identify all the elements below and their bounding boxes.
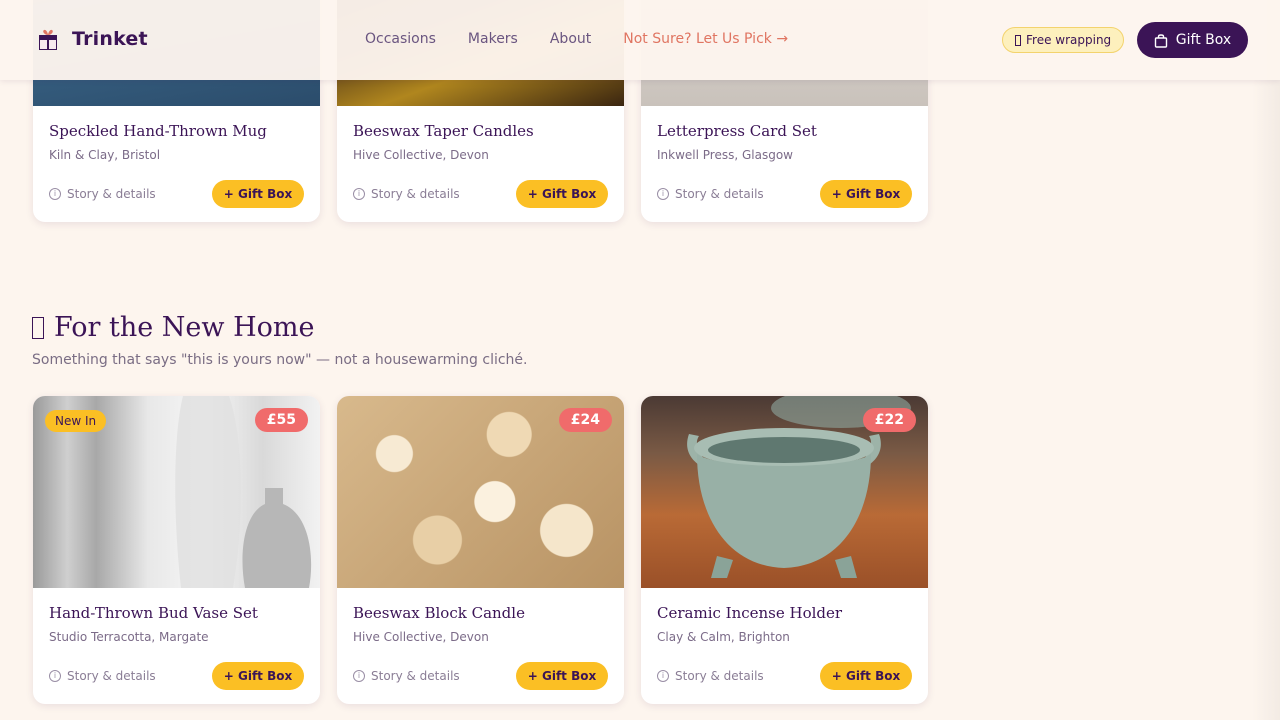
story-label: Story & details xyxy=(371,187,460,201)
gift-box-label: Gift Box xyxy=(1175,32,1232,48)
site-header: Trinket Occasions Makers About Not Sure?… xyxy=(0,0,1280,80)
story-label: Story & details xyxy=(67,187,156,201)
product-title[interactable]: Speckled Hand-Thrown Mug xyxy=(49,122,304,140)
free-wrapping-badge: Free wrapping xyxy=(1002,27,1125,53)
story-details-link[interactable]: i Story & details xyxy=(657,669,764,683)
new-in-badge: New In xyxy=(45,410,107,432)
price-badge: £22 xyxy=(862,408,916,432)
product-image[interactable]: New In £55 xyxy=(33,396,320,588)
story-label: Story & details xyxy=(675,187,764,201)
info-icon: i xyxy=(353,670,365,682)
section-subtitle: Something that says "this is yours now" … xyxy=(32,352,528,368)
add-to-gift-box-button[interactable]: + Gift Box xyxy=(516,662,608,690)
story-details-link[interactable]: i Story & details xyxy=(657,187,764,201)
product-title[interactable]: Ceramic Incense Holder xyxy=(657,604,912,622)
product-card[interactable]: New In £55 Hand-Thrown Bud Vase Set Stud… xyxy=(33,396,320,704)
story-label: Story & details xyxy=(675,669,764,683)
house-icon xyxy=(32,316,44,339)
info-icon: i xyxy=(353,188,365,200)
brand-name: Trinket xyxy=(72,28,148,50)
add-to-gift-box-button[interactable]: + Gift Box xyxy=(516,180,608,208)
product-card[interactable]: £22 Ceramic Incense Holder Clay & Calm, … xyxy=(641,396,928,704)
story-details-link[interactable]: i Story & details xyxy=(49,669,156,683)
story-details-link[interactable]: i Story & details xyxy=(49,187,156,201)
product-title[interactable]: Hand-Thrown Bud Vase Set xyxy=(49,604,304,622)
info-icon: i xyxy=(657,188,669,200)
story-details-link[interactable]: i Story & details xyxy=(353,669,460,683)
nav-about[interactable]: About xyxy=(550,31,591,47)
product-maker: Clay & Calm, Brighton xyxy=(657,630,790,644)
story-label: Story & details xyxy=(371,669,460,683)
info-icon: i xyxy=(657,670,669,682)
scroll-edge xyxy=(1252,0,1280,720)
product-maker: Kiln & Clay, Bristol xyxy=(49,148,161,162)
story-details-link[interactable]: i Story & details xyxy=(353,187,460,201)
gift-box-button[interactable]: Gift Box xyxy=(1137,22,1248,58)
info-icon: i xyxy=(49,670,61,682)
add-to-gift-box-button[interactable]: + Gift Box xyxy=(212,662,304,690)
add-to-gift-box-button[interactable]: + Gift Box xyxy=(820,662,912,690)
product-maker: Hive Collective, Devon xyxy=(353,148,489,162)
nav-let-us-pick[interactable]: Not Sure? Let Us Pick → xyxy=(623,31,788,47)
product-title[interactable]: Letterpress Card Set xyxy=(657,122,912,140)
gift-icon xyxy=(39,29,57,50)
story-label: Story & details xyxy=(67,669,156,683)
product-image[interactable]: £24 xyxy=(337,396,624,588)
add-to-gift-box-button[interactable]: + Gift Box xyxy=(820,180,912,208)
wrapping-icon xyxy=(1015,34,1021,46)
section-title: For the New Home xyxy=(32,312,314,343)
product-maker: Inkwell Press, Glasgow xyxy=(657,148,793,162)
info-icon: i xyxy=(49,188,61,200)
bag-icon xyxy=(1154,33,1167,48)
product-card[interactable]: £24 Beeswax Block Candle Hive Collective… xyxy=(337,396,624,704)
product-image[interactable]: £22 xyxy=(641,396,928,588)
price-badge: £24 xyxy=(558,408,612,432)
nav-occasions[interactable]: Occasions xyxy=(365,31,436,47)
main-nav: Occasions Makers About Not Sure? Let Us … xyxy=(365,31,788,47)
product-maker: Studio Terracotta, Margate xyxy=(49,630,209,644)
price-badge: £55 xyxy=(254,408,308,432)
section-title-text: For the New Home xyxy=(54,312,315,343)
product-maker: Hive Collective, Devon xyxy=(353,630,489,644)
add-to-gift-box-button[interactable]: + Gift Box xyxy=(212,180,304,208)
nav-makers[interactable]: Makers xyxy=(468,31,518,47)
product-title[interactable]: Beeswax Block Candle xyxy=(353,604,608,622)
free-wrapping-label: Free wrapping xyxy=(1026,33,1112,47)
brand-logo[interactable]: Trinket xyxy=(38,27,148,51)
product-title[interactable]: Beeswax Taper Candles xyxy=(353,122,608,140)
